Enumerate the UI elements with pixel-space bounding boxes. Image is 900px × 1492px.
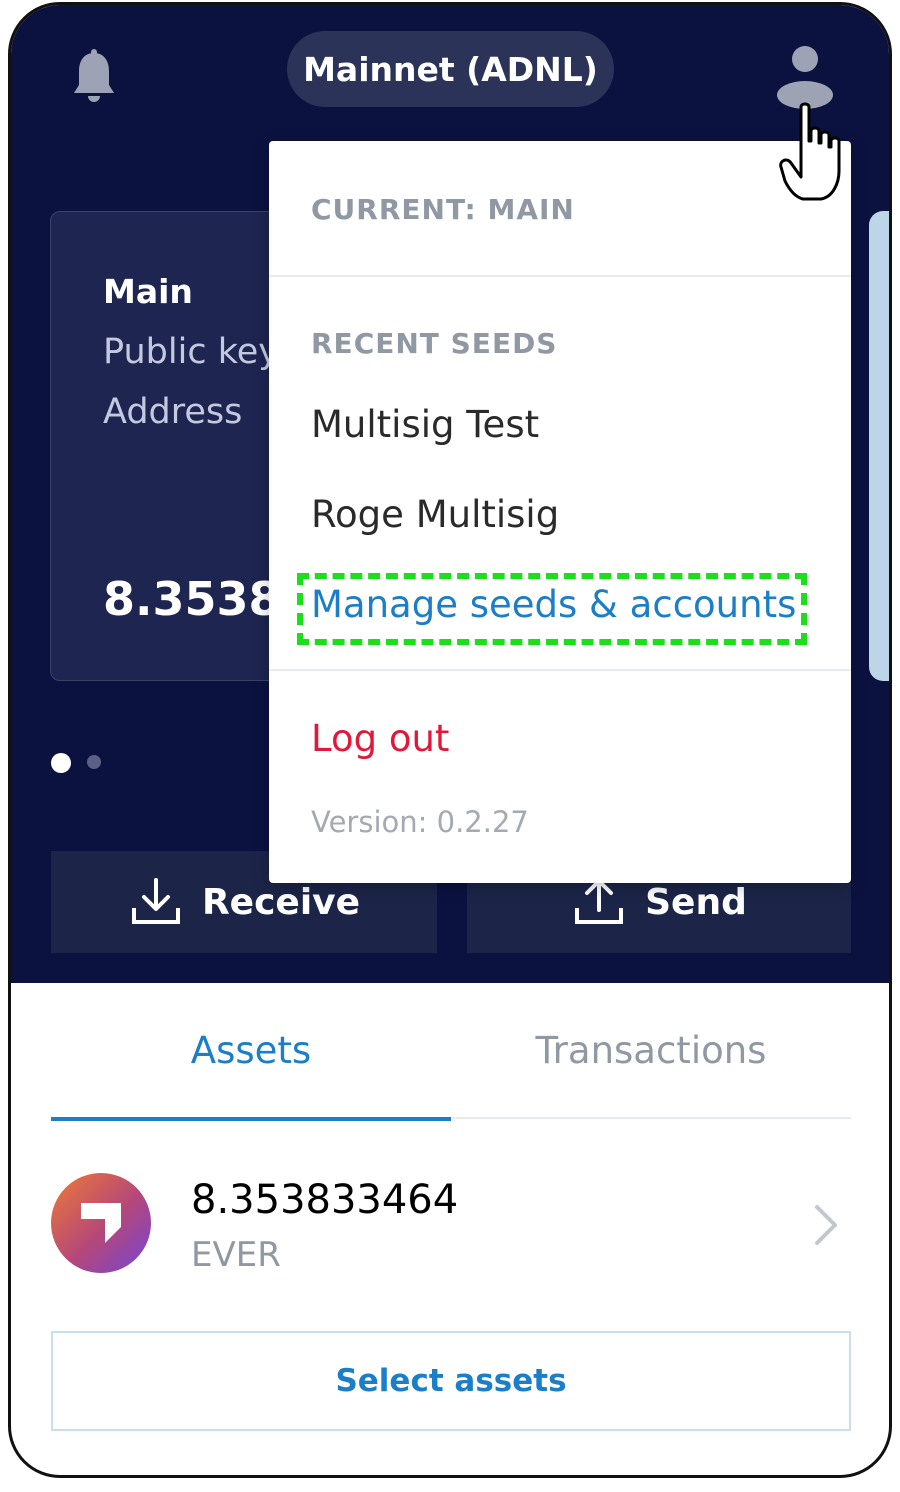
next-account-card[interactable] bbox=[869, 211, 889, 681]
account-name: Main bbox=[103, 272, 193, 311]
receive-label: Receive bbox=[201, 881, 361, 923]
asset-amount: 8.353833464 bbox=[191, 1177, 459, 1223]
public-key-label: Public key bbox=[103, 332, 279, 372]
download-icon bbox=[131, 878, 180, 924]
recent-seed-item[interactable]: Roge Multisig bbox=[311, 493, 559, 536]
asset-symbol: EVER bbox=[191, 1235, 281, 1275]
tab-transactions-label: Transactions bbox=[535, 1029, 767, 1072]
logout-button[interactable]: Log out bbox=[311, 717, 449, 760]
version-label: Version: 0.2.27 bbox=[311, 805, 529, 839]
menu-divider bbox=[269, 275, 851, 277]
send-label: Send bbox=[645, 881, 747, 923]
chevron-right-icon bbox=[815, 1205, 837, 1245]
current-account-label: CURRENT: MAIN bbox=[311, 193, 575, 226]
carousel-dot[interactable] bbox=[87, 755, 101, 769]
asset-row[interactable]: 8.353833464 EVER bbox=[51, 1165, 851, 1285]
ever-logo-icon bbox=[51, 1173, 151, 1273]
tab-bar: Assets Transactions bbox=[51, 1015, 851, 1121]
account-dropdown-menu: CURRENT: MAIN RECENT SEEDS Multisig Test… bbox=[269, 141, 851, 883]
tab-transactions[interactable]: Transactions bbox=[451, 1015, 851, 1119]
bell-icon[interactable] bbox=[71, 49, 117, 105]
wallet-window: Mainnet (ADNL) Main Public key Address 8… bbox=[8, 2, 892, 1478]
carousel-dot-active[interactable] bbox=[51, 753, 71, 773]
hand-cursor-icon bbox=[779, 102, 841, 201]
select-assets-button[interactable]: Select assets bbox=[51, 1331, 851, 1431]
recent-seeds-heading: RECENT SEEDS bbox=[311, 327, 558, 360]
menu-divider bbox=[269, 669, 851, 671]
address-label: Address bbox=[103, 392, 243, 432]
tab-assets-label: Assets bbox=[190, 1029, 312, 1072]
manage-seeds-link[interactable]: Manage seeds & accounts bbox=[311, 583, 796, 626]
tab-assets[interactable]: Assets bbox=[51, 1015, 451, 1121]
recent-seed-item[interactable]: Multisig Test bbox=[311, 403, 539, 446]
active-tab-indicator bbox=[51, 1117, 451, 1121]
network-selector[interactable]: Mainnet (ADNL) bbox=[287, 31, 614, 107]
